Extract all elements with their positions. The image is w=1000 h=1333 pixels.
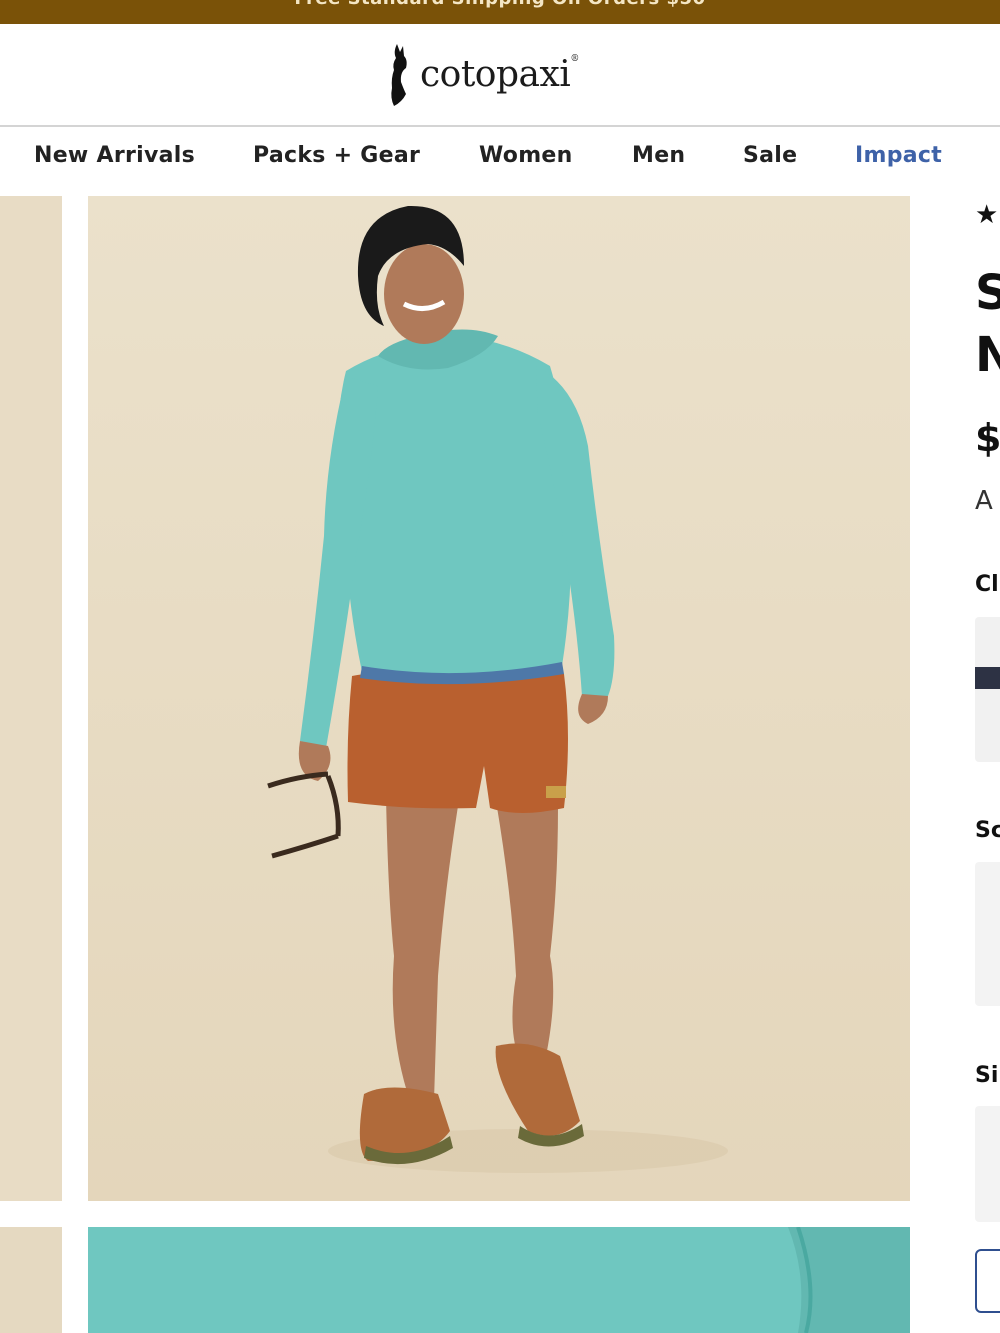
product-description: A — [975, 486, 993, 516]
nav-packs-gear[interactable]: Packs + Gear — [253, 143, 420, 168]
main-navigation: New Arrivals Packs + Gear Women Men Sale… — [0, 127, 1000, 195]
nav-new-arrivals[interactable]: New Arrivals — [34, 143, 195, 168]
model-photo-illustration — [88, 196, 910, 1201]
promo-text: Free Standard Shipping On Orders $50 — [0, 0, 1000, 9]
fabric-detail-illustration — [88, 1227, 910, 1333]
add-to-cart-button[interactable] — [975, 1249, 1000, 1313]
nav-sale[interactable]: Sale — [743, 143, 797, 168]
llama-icon — [391, 44, 407, 106]
gallery-thumbnail-previous-lower[interactable] — [0, 1227, 62, 1333]
site-header: cotopaxi® — [0, 24, 1000, 127]
product-info-panel: ★ S N $ A Cl Sc Si — [968, 196, 1000, 1333]
nav-women[interactable]: Women — [479, 143, 573, 168]
nav-men[interactable]: Men — [632, 143, 685, 168]
product-price: $ — [975, 416, 1000, 460]
product-detail-image[interactable] — [88, 1227, 910, 1333]
promo-banner: Free Standard Shipping On Orders $50 — [0, 0, 1000, 24]
size-option[interactable] — [975, 1106, 1000, 1222]
color-swatch[interactable] — [975, 617, 1000, 762]
size-label: Si — [975, 1063, 999, 1088]
gallery-thumbnail-previous[interactable] — [0, 196, 62, 1201]
brand-logo[interactable]: cotopaxi® — [388, 42, 608, 108]
style-option[interactable] — [975, 862, 1000, 1006]
product-title: S N — [975, 265, 1000, 383]
rating-star-icon[interactable]: ★ — [975, 200, 998, 230]
brand-wordmark: cotopaxi® — [420, 54, 579, 95]
nav-impact[interactable]: Impact — [855, 143, 942, 168]
product-main-image[interactable] — [88, 196, 910, 1201]
color-label: Cl — [975, 572, 999, 597]
style-label: Sc — [975, 818, 1000, 843]
